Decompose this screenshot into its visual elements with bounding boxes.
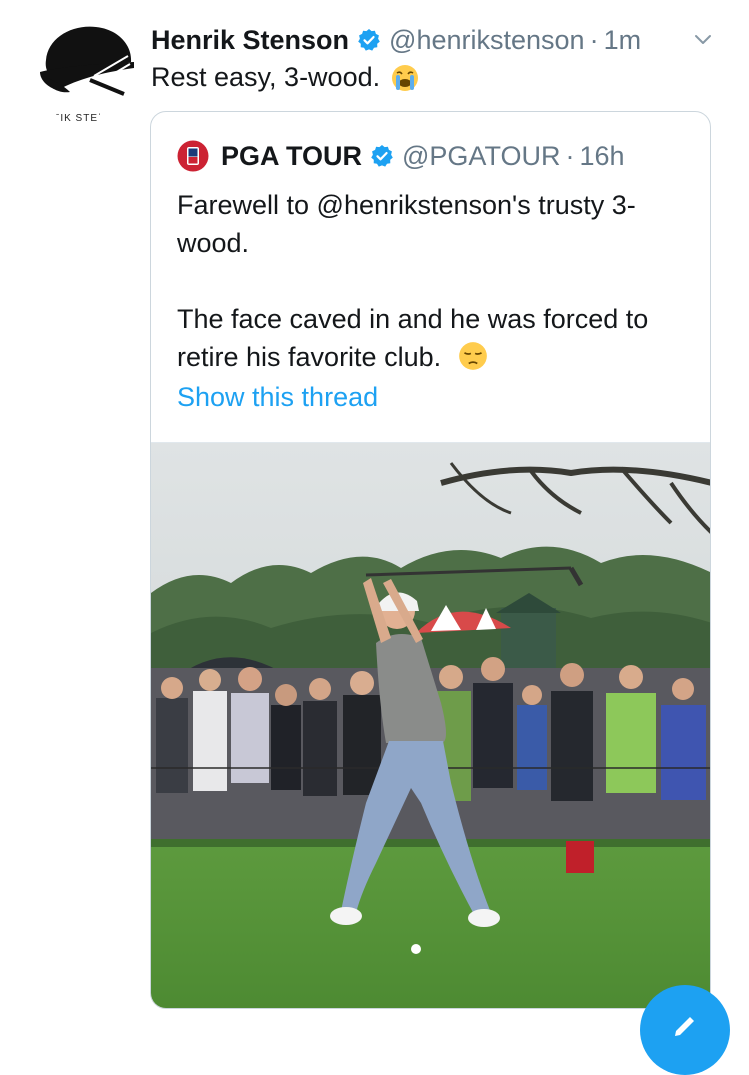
pga-tour-logo-icon[interactable] [177, 140, 209, 172]
quoted-tweet-text: Farewell to @henrikstenson's trusty 3-wo… [177, 186, 692, 376]
quoted-author-handle[interactable]: @PGATOUR [402, 141, 560, 172]
quoted-author-name[interactable]: PGA TOUR [221, 141, 362, 172]
quoted-text-content: The face caved in and he was forced to r… [177, 304, 649, 372]
author-avatar[interactable] [36, 14, 136, 114]
author-handle[interactable]: @henrikstenson [389, 25, 585, 56]
chevron-down-icon[interactable] [692, 28, 714, 50]
quoted-tweet-header: PGA TOUR @PGATOUR · 16h [177, 140, 625, 172]
author-name[interactable]: Henrik Stenson [151, 25, 349, 56]
separator-dot: · [589, 24, 599, 55]
tweet-text-content: Rest easy, 3-wood. [151, 62, 381, 92]
show-thread-link[interactable]: Show this thread [177, 382, 378, 413]
quoted-tweet-card[interactable]: PGA TOUR @PGATOUR · 16h Farewell to @hen… [150, 111, 711, 1009]
compose-icon [675, 1017, 694, 1036]
loudly-crying-face-emoji [392, 64, 419, 91]
verified-badge-icon [371, 145, 393, 167]
verified-badge-icon [358, 29, 380, 51]
tweet-header: Henrik Stenson @henrikstenson · 1m [151, 20, 731, 60]
quoted-timestamp[interactable]: 16h [579, 141, 624, 172]
quoted-text-line: Farewell to @henrikstenson's trusty 3-wo… [177, 190, 636, 258]
tweet-text: Rest easy, 3-wood. [151, 62, 420, 93]
compose-tweet-button[interactable] [640, 985, 730, 1075]
pensive-face-emoji [458, 342, 487, 370]
separator-dot: · [565, 140, 575, 171]
quoted-text-line-2: The face caved in and he was forced to r… [177, 300, 692, 376]
quoted-tweet-media[interactable] [151, 442, 711, 1009]
avatar-caption: ˉIK STEˈ [56, 113, 103, 124]
tweet-timestamp[interactable]: 1m [604, 25, 642, 56]
